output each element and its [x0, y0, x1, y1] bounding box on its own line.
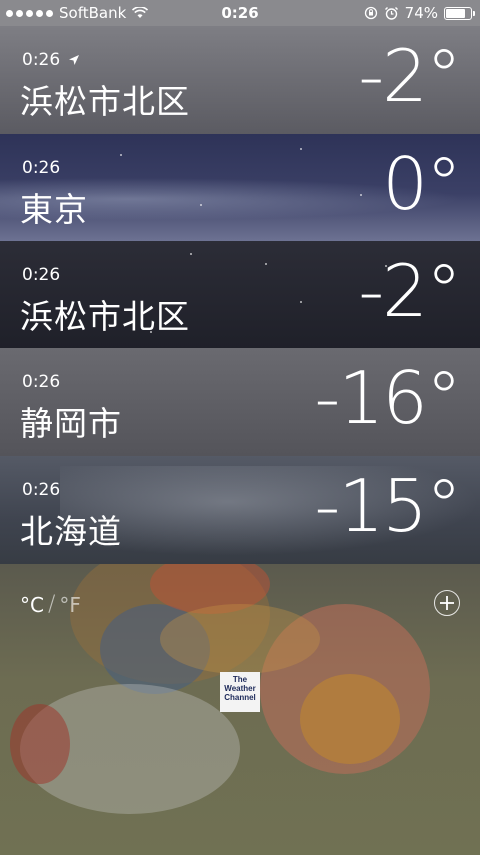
location-temperature: -16°	[314, 356, 462, 440]
fahrenheit-label[interactable]: °F	[59, 593, 81, 617]
footer: °C / °F The Weather Channel	[0, 564, 480, 855]
location-row[interactable]: 0:26 北海道 -15°	[0, 456, 480, 564]
battery-icon	[444, 6, 475, 20]
location-row[interactable]: 0:26 浜松市北区 -2°	[0, 26, 480, 134]
location-time: 0:26	[22, 265, 61, 285]
location-time: 0:26	[22, 372, 61, 392]
location-row[interactable]: 0:26 浜松市北区 -2°	[0, 241, 480, 349]
battery-percent: 74%	[404, 4, 438, 22]
add-icon[interactable]	[434, 590, 460, 616]
location-city: 浜松市北区	[20, 82, 190, 121]
location-city: 浜松市北区	[20, 297, 190, 336]
location-row[interactable]: 0:26 静岡市 -16°	[0, 348, 480, 456]
location-city: 静岡市	[20, 404, 122, 443]
location-city: 北海道	[20, 512, 122, 551]
location-temperature: -15°	[314, 464, 462, 548]
weather-channel-logo[interactable]: The Weather Channel	[220, 672, 260, 712]
location-arrow-icon	[69, 55, 80, 65]
location-temperature: -2°	[358, 249, 462, 333]
location-time: 0:26	[22, 158, 61, 178]
location-temperature: 0°	[382, 142, 462, 226]
alarm-icon	[384, 6, 398, 20]
status-bar: SoftBank 0:26 74%	[0, 0, 480, 26]
unit-separator: /	[47, 592, 56, 617]
location-time: 0:26	[22, 480, 61, 500]
rotation-lock-icon	[364, 6, 377, 20]
location-city: 東京	[20, 190, 88, 229]
location-row[interactable]: 0:26 東京 0°	[0, 134, 480, 242]
location-temperature: -2°	[358, 34, 462, 118]
unit-toggle[interactable]: °C / °F	[20, 592, 81, 617]
celsius-label[interactable]: °C	[20, 593, 44, 617]
location-time: 0:26	[22, 50, 61, 70]
